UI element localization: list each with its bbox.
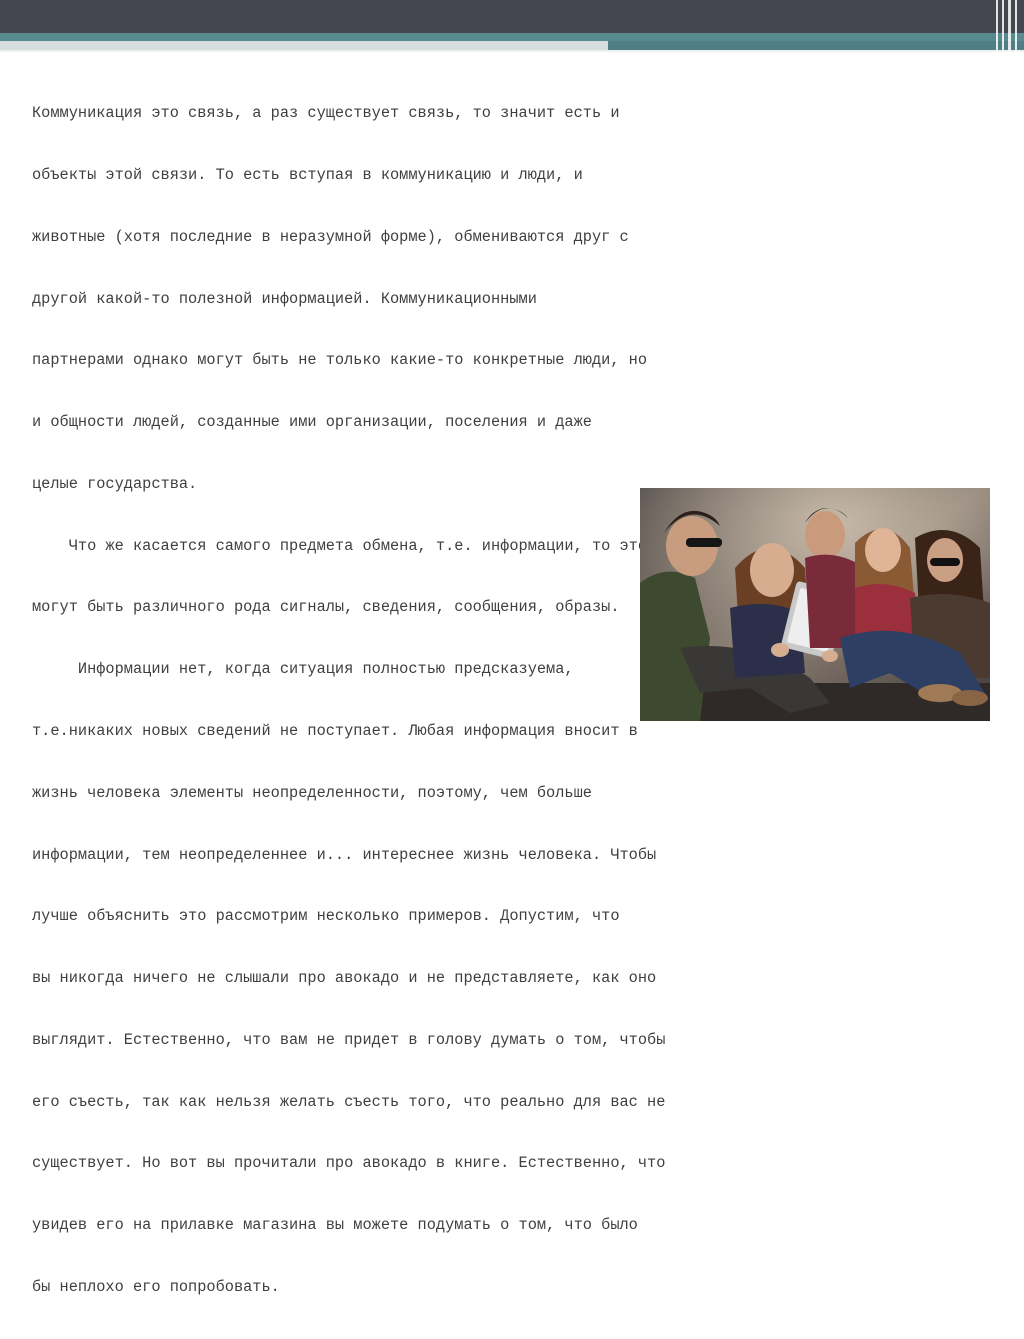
header-band-shadow bbox=[0, 50, 1024, 52]
text-line: партнерами однако могут быть не только к… bbox=[32, 351, 648, 370]
header-band-light bbox=[0, 41, 608, 50]
text-line: другой какой-то полезной информацией. Ко… bbox=[32, 289, 537, 308]
slide: Коммуникация это связь, а раз существует… bbox=[0, 0, 1024, 1296]
header-decor-stripes bbox=[994, 0, 1024, 52]
text-line: объекты этой связи. То есть вступая в ко… bbox=[32, 165, 583, 184]
header-band-teal bbox=[0, 33, 1024, 41]
text-line: бы неплохо его попробовать. bbox=[32, 1278, 280, 1297]
text-line: лучше объяснить это рассмотрим несколько… bbox=[32, 907, 620, 926]
text-line: вы никогда ничего не слышали про авокадо… bbox=[32, 969, 657, 988]
text-line: существует. Но вот вы прочитали про авок… bbox=[32, 1154, 666, 1173]
header-band-dark bbox=[0, 0, 1024, 33]
text-line: информации, тем неопределеннее и... инте… bbox=[32, 845, 657, 864]
text-line: т.е.никаких новых сведений не поступает.… bbox=[32, 722, 638, 740]
text-line: и общности людей, созданные ими организа… bbox=[32, 413, 592, 432]
header-band-teal-right bbox=[608, 41, 1024, 50]
text-line: животные (хотя последние в неразумной фо… bbox=[32, 227, 629, 246]
text-line: Коммуникация это связь, а раз существует… bbox=[32, 104, 620, 123]
text-line: его съесть, так как нельзя желать съесть… bbox=[32, 1092, 666, 1111]
text-line: жизнь человека элементы неопределенности… bbox=[32, 783, 592, 802]
photo-group-of-young-people-with-tablet bbox=[640, 488, 990, 721]
text-line: выглядит. Естественно, что вам не придет… bbox=[32, 1030, 666, 1049]
text-line: увидев его на прилавке магазина вы может… bbox=[32, 1216, 638, 1235]
